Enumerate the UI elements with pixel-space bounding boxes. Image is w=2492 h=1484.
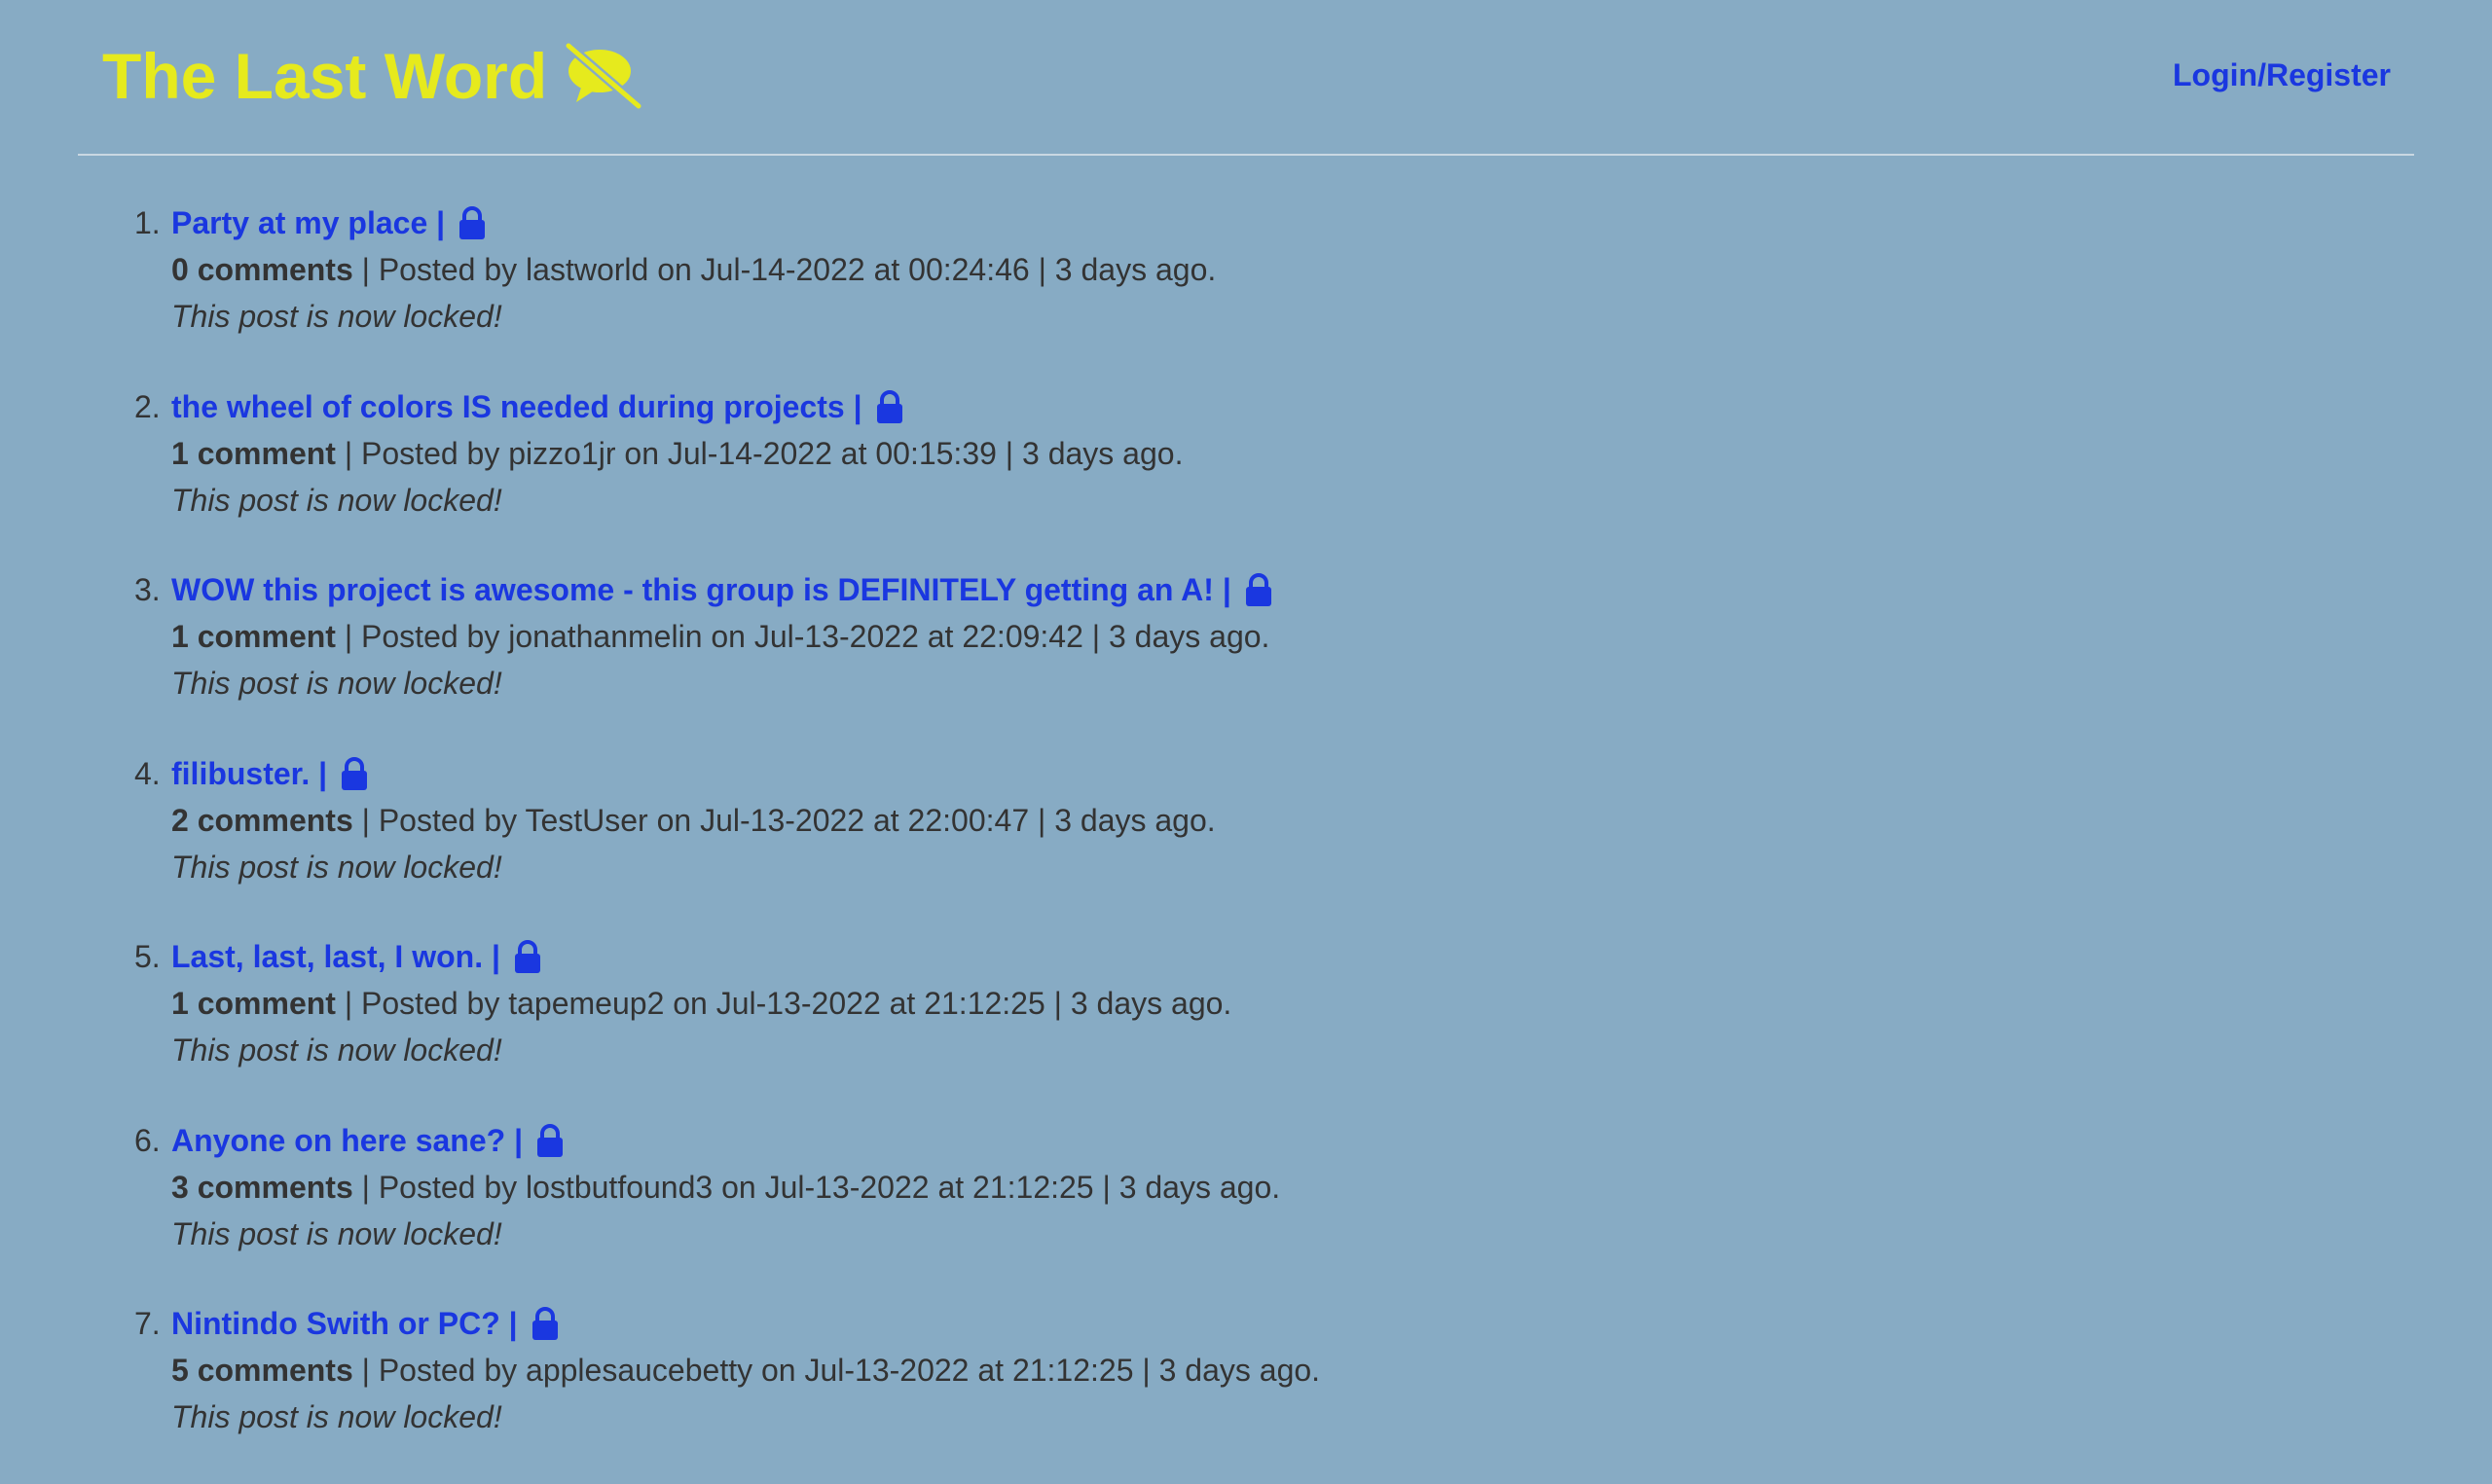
post-meta-text: | Posted by TestUser on Jul-13-2022 at 2… [352, 802, 1216, 838]
post-meta-text: | Posted by tapemeup2 on Jul-13-2022 at … [335, 986, 1232, 1021]
post-title-text: Last, last, last, I won. | [171, 939, 500, 974]
post-title-link[interactable]: Last, last, last, I won. | [171, 933, 1320, 980]
post-title-text: Nintindo Swith or PC? | [171, 1306, 518, 1341]
lock-icon [514, 940, 540, 973]
post-list-item: 1. Party at my place | 0 comments | Post… [134, 199, 1320, 383]
lock-icon [459, 206, 486, 239]
lock-icon [876, 389, 902, 423]
site-title-text: The Last Word [102, 40, 548, 112]
post-meta: 1 comment | Posted by pizzo1jr on Jul-14… [171, 430, 1320, 477]
post-list: 1. Party at my place | 0 comments | Post… [134, 199, 1320, 1484]
post-meta-text: | Posted by jonathanmelin on Jul-13-2022… [335, 619, 1270, 654]
post-list-item: 7. Nintindo Swith or PC? | 5 comments | … [134, 1300, 1320, 1484]
post-locked-notice: This post is now locked! [171, 849, 502, 885]
post-list-item: 3. WOW this project is awesome - this gr… [134, 566, 1320, 750]
post-number: 7. [134, 1306, 161, 1341]
post-locked-notice: This post is now locked! [171, 1399, 502, 1434]
lock-icon [537, 1123, 564, 1157]
post-number: 4. [134, 755, 161, 791]
post-comment-count: 2 comments [171, 802, 353, 838]
post-meta: 1 comment | Posted by jonathanmelin on J… [171, 613, 1320, 660]
post-title-link[interactable]: WOW this project is awesome - this group… [171, 566, 1320, 613]
post-meta: 1 comment | Posted by tapemeup2 on Jul-1… [171, 980, 1320, 1027]
post-title-link[interactable]: filibuster. | [171, 750, 1320, 797]
post-comment-count: 1 comment [171, 435, 336, 471]
post-title-link[interactable]: the wheel of colors IS needed during pro… [171, 383, 1320, 430]
post-comment-count: 0 comments [171, 252, 353, 287]
post-list-item: 5. Last, last, last, I won. | 1 comment … [134, 933, 1320, 1117]
post-title-text: the wheel of colors IS needed during pro… [171, 388, 862, 424]
post-number: 6. [134, 1122, 161, 1158]
post-number: 3. [134, 572, 161, 607]
post-meta-text: | Posted by pizzo1jr on Jul-14-2022 at 0… [335, 435, 1184, 471]
login-register-link[interactable]: Login/Register [2173, 55, 2391, 94]
post-meta: 5 comments | Posted by applesaucebetty o… [171, 1347, 1320, 1394]
speech-bubble-slash-icon [564, 42, 643, 110]
post-locked-notice: This post is now locked! [171, 299, 502, 334]
post-title-text: filibuster. | [171, 755, 328, 791]
post-title-text: Anyone on here sane? | [171, 1122, 524, 1158]
post-locked-notice: This post is now locked! [171, 1215, 502, 1251]
post-number: 1. [134, 205, 161, 240]
lock-icon [1245, 573, 1271, 606]
post-meta: 2 comments | Posted by TestUser on Jul-1… [171, 797, 1320, 844]
post-locked-notice: This post is now locked! [171, 666, 502, 701]
post-meta-text: | Posted by lostbutfound3 on Jul-13-2022… [352, 1169, 1281, 1205]
post-comment-count: 1 comment [171, 619, 336, 654]
site-title[interactable]: The Last Word [102, 37, 643, 115]
post-meta: 3 comments | Posted by lostbutfound3 on … [171, 1164, 1320, 1211]
post-locked-notice: This post is now locked! [171, 482, 502, 518]
post-title-text: WOW this project is awesome - this group… [171, 572, 1231, 607]
post-meta: 0 comments | Posted by lastworld on Jul-… [171, 246, 1320, 293]
site-header: The Last Word Login/Register [78, 0, 2414, 156]
post-comment-count: 5 comments [171, 1353, 353, 1388]
post-comment-count: 3 comments [171, 1169, 353, 1205]
post-title-link[interactable]: Anyone on here sane? | [171, 1117, 1320, 1164]
lock-icon [531, 1307, 558, 1340]
post-list-item: 2. the wheel of colors IS needed during … [134, 383, 1320, 567]
post-title-text: Party at my place | [171, 205, 446, 240]
post-title-link[interactable]: Party at my place | [171, 199, 1320, 246]
post-list-item: 6. Anyone on here sane? | 3 comments | P… [134, 1117, 1320, 1301]
post-meta-text: | Posted by applesaucebetty on Jul-13-20… [352, 1353, 1321, 1388]
post-number: 2. [134, 388, 161, 424]
post-locked-notice: This post is now locked! [171, 1032, 502, 1068]
post-meta-text: | Posted by lastworld on Jul-14-2022 at … [352, 252, 1217, 287]
lock-icon [342, 756, 368, 790]
post-list-item: 4. filibuster. | 2 comments | Posted by … [134, 750, 1320, 934]
post-number: 5. [134, 939, 161, 974]
post-title-link[interactable]: Nintindo Swith or PC? | [171, 1300, 1320, 1347]
post-comment-count: 1 comment [171, 986, 336, 1021]
